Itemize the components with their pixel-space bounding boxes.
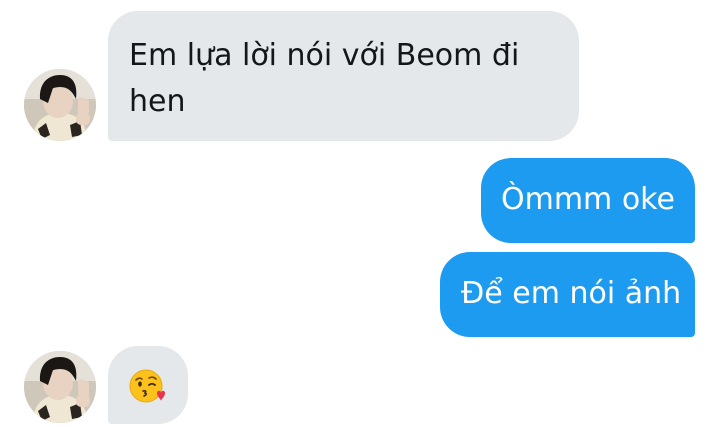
profile-photo-icon [24,351,96,423]
message-text: Òmmm oke [501,182,675,217]
incoming-message-bubble[interactable]: Em lựa lời nói với Beom đi hen [108,11,579,141]
outgoing-message-bubble[interactable]: Để em nói ảnh [440,252,695,337]
sender-avatar[interactable] [24,351,96,423]
face-blowing-kiss-emoji [128,367,166,405]
kissing-face-icon [129,369,165,403]
sender-avatar[interactable] [24,69,96,141]
profile-photo-icon [24,69,96,141]
incoming-emoji-bubble[interactable] [108,346,188,424]
outgoing-message-bubble[interactable]: Òmmm oke [481,158,695,243]
message-text: Để em nói ảnh [461,276,682,311]
message-text: Em lựa lời nói với Beom đi hen [129,38,520,119]
